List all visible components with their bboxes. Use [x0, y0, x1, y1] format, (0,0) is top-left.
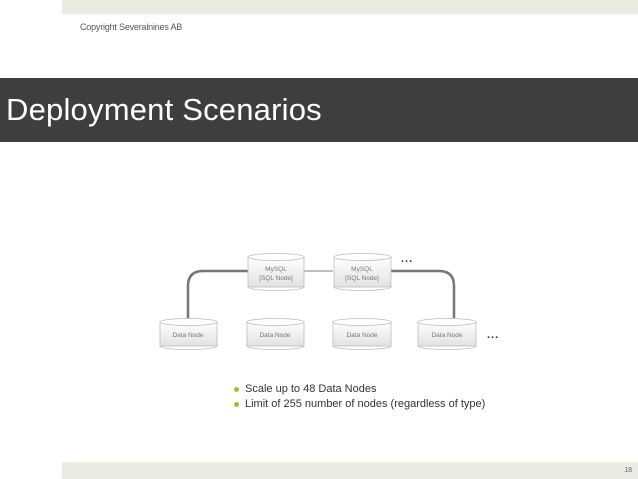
sql-nodes-ellipsis: ...: [401, 253, 414, 265]
bullet-dot-icon: [234, 387, 239, 392]
data-node-label-2: Data Node: [259, 332, 291, 339]
left-loop-connector: [186, 269, 248, 318]
sql-node-label-1-line1: MySQL: [265, 266, 287, 273]
sql-node-label-2-line1: MySQL: [351, 266, 373, 273]
sql-node-label-2-line2: [SQL Node]: [345, 275, 379, 282]
right-loop-connector: [391, 269, 456, 318]
sql-node-label-2: MySQL [SQL Node]: [332, 265, 392, 283]
bullet-list: Scale up to 48 Data Nodes Limit of 255 n…: [234, 382, 485, 412]
bullet-text: Limit of 255 number of nodes (regardless…: [245, 398, 486, 410]
page-number: 18: [624, 467, 632, 474]
data-node-label-4: Data Node: [431, 332, 463, 339]
sql-node-label-1: MySQL [SQL Node]: [246, 265, 306, 283]
data-node-label-3: Data Node: [346, 332, 378, 339]
bullet-item: Scale up to 48 Data Nodes: [234, 382, 485, 397]
sql-node-label-1-line2: [SQL Node]: [259, 275, 293, 282]
bullet-dot-icon: [234, 402, 239, 407]
bullet-item: Limit of 255 number of nodes (regardless…: [234, 397, 485, 412]
bottom-decor-strip: [62, 462, 638, 479]
connection-lines: [186, 269, 456, 318]
data-nodes-ellipsis: ...: [487, 329, 500, 341]
data-node-label-1: Data Node: [172, 332, 204, 339]
bullet-text: Scale up to 48 Data Nodes: [245, 383, 377, 395]
